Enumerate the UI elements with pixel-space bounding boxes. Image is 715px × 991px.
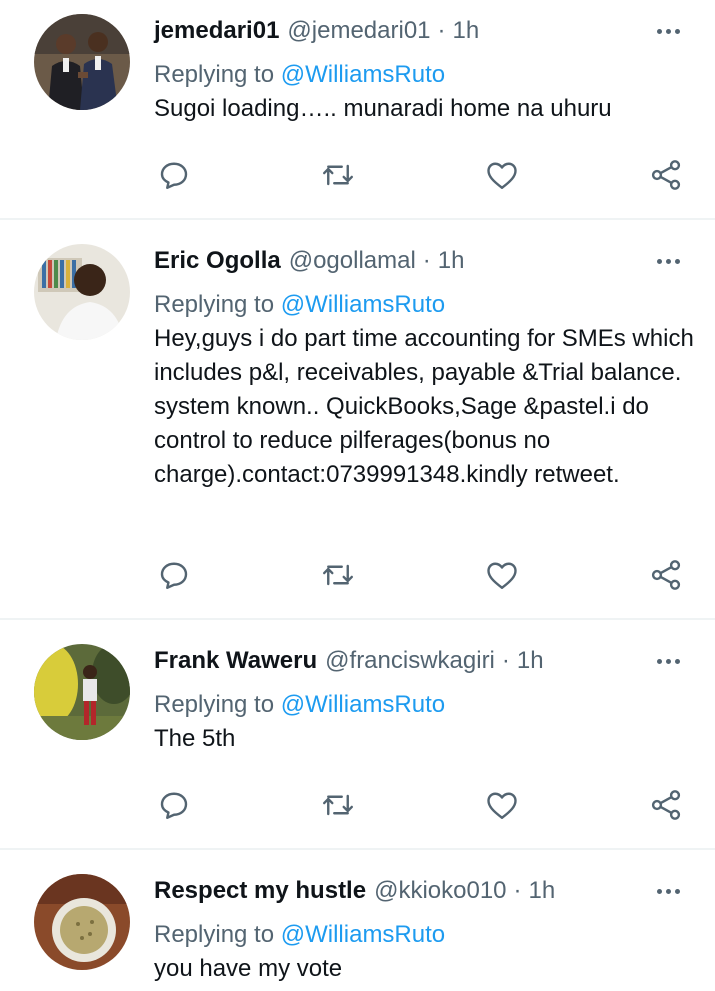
retweet-button[interactable]	[318, 155, 358, 195]
replying-to: Replying to @WilliamsRuto	[154, 58, 445, 92]
share-icon	[651, 560, 681, 590]
avatar[interactable]	[34, 14, 130, 110]
tweet[interactable]: Respect my hustle @kkioko010 · 1h Replyi…	[0, 860, 715, 991]
tweet-text: Sugoi loading….. munaradi home na uhuru	[154, 95, 612, 122]
replying-to: Replying to @WilliamsRuto	[154, 918, 445, 952]
replying-to-prefix: Replying to	[154, 291, 275, 318]
timestamp[interactable]: 1h	[453, 14, 480, 48]
like-button[interactable]	[482, 155, 522, 195]
more-horizontal-icon[interactable]	[648, 20, 688, 42]
share-button[interactable]	[646, 555, 686, 595]
tweet[interactable]: jemedari01 @jemedari01 · 1h Replying to …	[0, 0, 715, 218]
mention-link[interactable]: @WilliamsRuto	[281, 291, 445, 318]
separator-dot: ·	[422, 247, 431, 274]
reply-bubble-icon	[160, 162, 188, 189]
more-horizontal-icon[interactable]	[648, 880, 688, 902]
handle[interactable]: @jemedari01	[287, 14, 430, 48]
separator-dot: ·	[437, 17, 446, 44]
reply-bubble-icon	[160, 792, 188, 819]
replying-to-prefix: Replying to	[154, 691, 275, 718]
mention-link[interactable]: @WilliamsRuto	[281, 921, 445, 948]
display-name[interactable]: Frank Waweru	[154, 644, 317, 678]
divider	[0, 848, 715, 850]
heart-icon	[487, 792, 517, 819]
handle[interactable]: @franciswkagiri	[325, 644, 495, 678]
tweet-header: Frank Waweru @franciswkagiri · 1h	[154, 644, 544, 678]
reply-button[interactable]	[154, 785, 194, 825]
timestamp[interactable]: 1h	[529, 874, 556, 908]
tweet-text: The 5th	[154, 725, 236, 752]
display-name[interactable]: jemedari01	[154, 14, 279, 48]
like-button[interactable]	[482, 785, 522, 825]
heart-icon	[487, 562, 517, 589]
replying-to: Replying to @WilliamsRuto	[154, 288, 445, 322]
more-horizontal-icon[interactable]	[648, 250, 688, 272]
reply-button[interactable]	[154, 555, 194, 595]
tweet-header: Eric Ogolla @ogollamal · 1h	[154, 244, 465, 278]
timestamp[interactable]: 1h	[438, 244, 465, 278]
tweet-actions	[0, 155, 715, 195]
avatar[interactable]	[34, 644, 130, 740]
display-name[interactable]: Eric Ogolla	[154, 244, 281, 278]
reply-button[interactable]	[154, 155, 194, 195]
retweet-icon	[323, 794, 353, 816]
tweet[interactable]: Frank Waweru @franciswkagiri · 1h Replyi…	[0, 630, 715, 848]
share-button[interactable]	[646, 155, 686, 195]
heart-icon	[487, 162, 517, 189]
like-button[interactable]	[482, 555, 522, 595]
retweet-button[interactable]	[318, 555, 358, 595]
share-icon	[651, 790, 681, 820]
share-button[interactable]	[646, 785, 686, 825]
retweet-icon	[323, 164, 353, 186]
tweet-header: jemedari01 @jemedari01 · 1h	[154, 14, 479, 48]
tweet-actions	[0, 555, 715, 595]
divider	[0, 218, 715, 220]
tweet-actions	[0, 785, 715, 825]
mention-link[interactable]: @WilliamsRuto	[281, 691, 445, 718]
tweet-text: Hey,guys i do part time accounting for S…	[154, 325, 694, 488]
separator-dot: ·	[501, 647, 510, 674]
reply-bubble-icon	[160, 562, 188, 589]
retweet-button[interactable]	[318, 785, 358, 825]
more-horizontal-icon[interactable]	[648, 650, 688, 672]
share-icon	[651, 160, 681, 190]
timestamp[interactable]: 1h	[517, 644, 544, 678]
avatar[interactable]	[34, 244, 130, 340]
replying-to: Replying to @WilliamsRuto	[154, 688, 445, 722]
handle[interactable]: @ogollamal	[289, 244, 416, 278]
display-name[interactable]: Respect my hustle	[154, 874, 366, 908]
divider	[0, 618, 715, 620]
retweet-icon	[323, 564, 353, 586]
avatar[interactable]	[34, 874, 130, 970]
tweet[interactable]: Eric Ogolla @ogollamal · 1h Replying to …	[0, 230, 715, 618]
handle[interactable]: @kkioko010	[374, 874, 506, 908]
replying-to-prefix: Replying to	[154, 61, 275, 88]
tweet-text: you have my vote	[154, 955, 343, 982]
replying-to-prefix: Replying to	[154, 921, 275, 948]
tweet-header: Respect my hustle @kkioko010 · 1h	[154, 874, 555, 908]
separator-dot: ·	[513, 877, 522, 904]
mention-link[interactable]: @WilliamsRuto	[281, 61, 445, 88]
